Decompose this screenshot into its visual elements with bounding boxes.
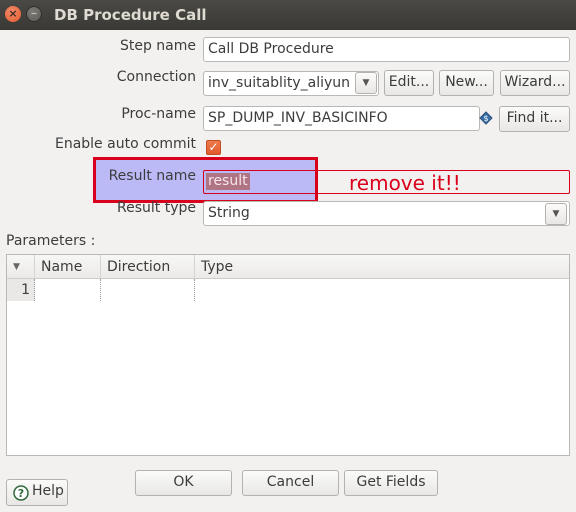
result-type-value: String (208, 205, 250, 221)
auto-commit-label: Enable auto commit (54, 136, 196, 152)
column-header-name[interactable]: Name (35, 255, 101, 279)
window-title: DB Procedure Call (54, 6, 207, 24)
result-type-select[interactable]: String (203, 201, 570, 226)
svg-text:?: ? (18, 487, 24, 500)
result-type-label: Result type (117, 200, 196, 216)
column-header-direction[interactable]: Direction (101, 255, 195, 279)
find-it-button[interactable]: Find it... (499, 106, 570, 132)
new-connection-button[interactable]: New... (439, 70, 494, 96)
connection-label: Connection (116, 69, 196, 85)
help-icon: ? (13, 485, 29, 501)
proc-name-label: Proc-name (121, 106, 196, 122)
parameters-table-header: ▼ Name Direction Type (7, 255, 569, 279)
wizard-button[interactable]: Wizard... (500, 70, 570, 96)
table-row[interactable]: 1 (7, 279, 569, 301)
sort-triangle-icon[interactable]: ▼ (7, 255, 35, 279)
cancel-button[interactable]: Cancel (242, 470, 339, 496)
proc-name-input[interactable]: SP_DUMP_INV_BASICINFO (203, 106, 480, 131)
close-icon[interactable]: × (5, 6, 21, 22)
connection-select[interactable]: inv_suitablity_aliyun (203, 71, 379, 96)
column-header-type[interactable]: Type (195, 255, 569, 279)
row-number: 1 (7, 279, 35, 301)
auto-commit-checkbox[interactable]: ✓ (206, 140, 221, 155)
chevron-down-icon[interactable]: ▼ (545, 203, 567, 225)
parameters-table[interactable]: ▼ Name Direction Type 1 (6, 254, 570, 456)
cell-type[interactable] (195, 279, 569, 301)
edit-connection-button[interactable]: Edit... (384, 70, 434, 96)
window-titlebar: × – DB Procedure Call (0, 0, 576, 30)
cell-name[interactable] (35, 279, 101, 301)
get-fields-button[interactable]: Get Fields (344, 470, 438, 496)
result-name-value: result (206, 173, 250, 190)
variable-diamond-icon[interactable]: $ (479, 111, 493, 125)
result-name-label: Result name (108, 168, 196, 184)
help-label: Help (32, 483, 64, 499)
chevron-down-icon[interactable]: ▼ (355, 72, 377, 94)
step-name-label: Step name (119, 38, 196, 54)
minimize-icon[interactable]: – (26, 6, 42, 22)
connection-value: inv_suitablity_aliyun (208, 75, 351, 91)
annotation-text: remove it!! (349, 171, 461, 195)
parameters-label: Parameters : (6, 233, 96, 249)
cell-direction[interactable] (101, 279, 195, 301)
svg-text:$: $ (483, 114, 488, 123)
step-name-input[interactable]: Call DB Procedure (203, 37, 570, 62)
ok-button[interactable]: OK (135, 470, 232, 496)
help-button[interactable]: ? Help (6, 479, 68, 506)
